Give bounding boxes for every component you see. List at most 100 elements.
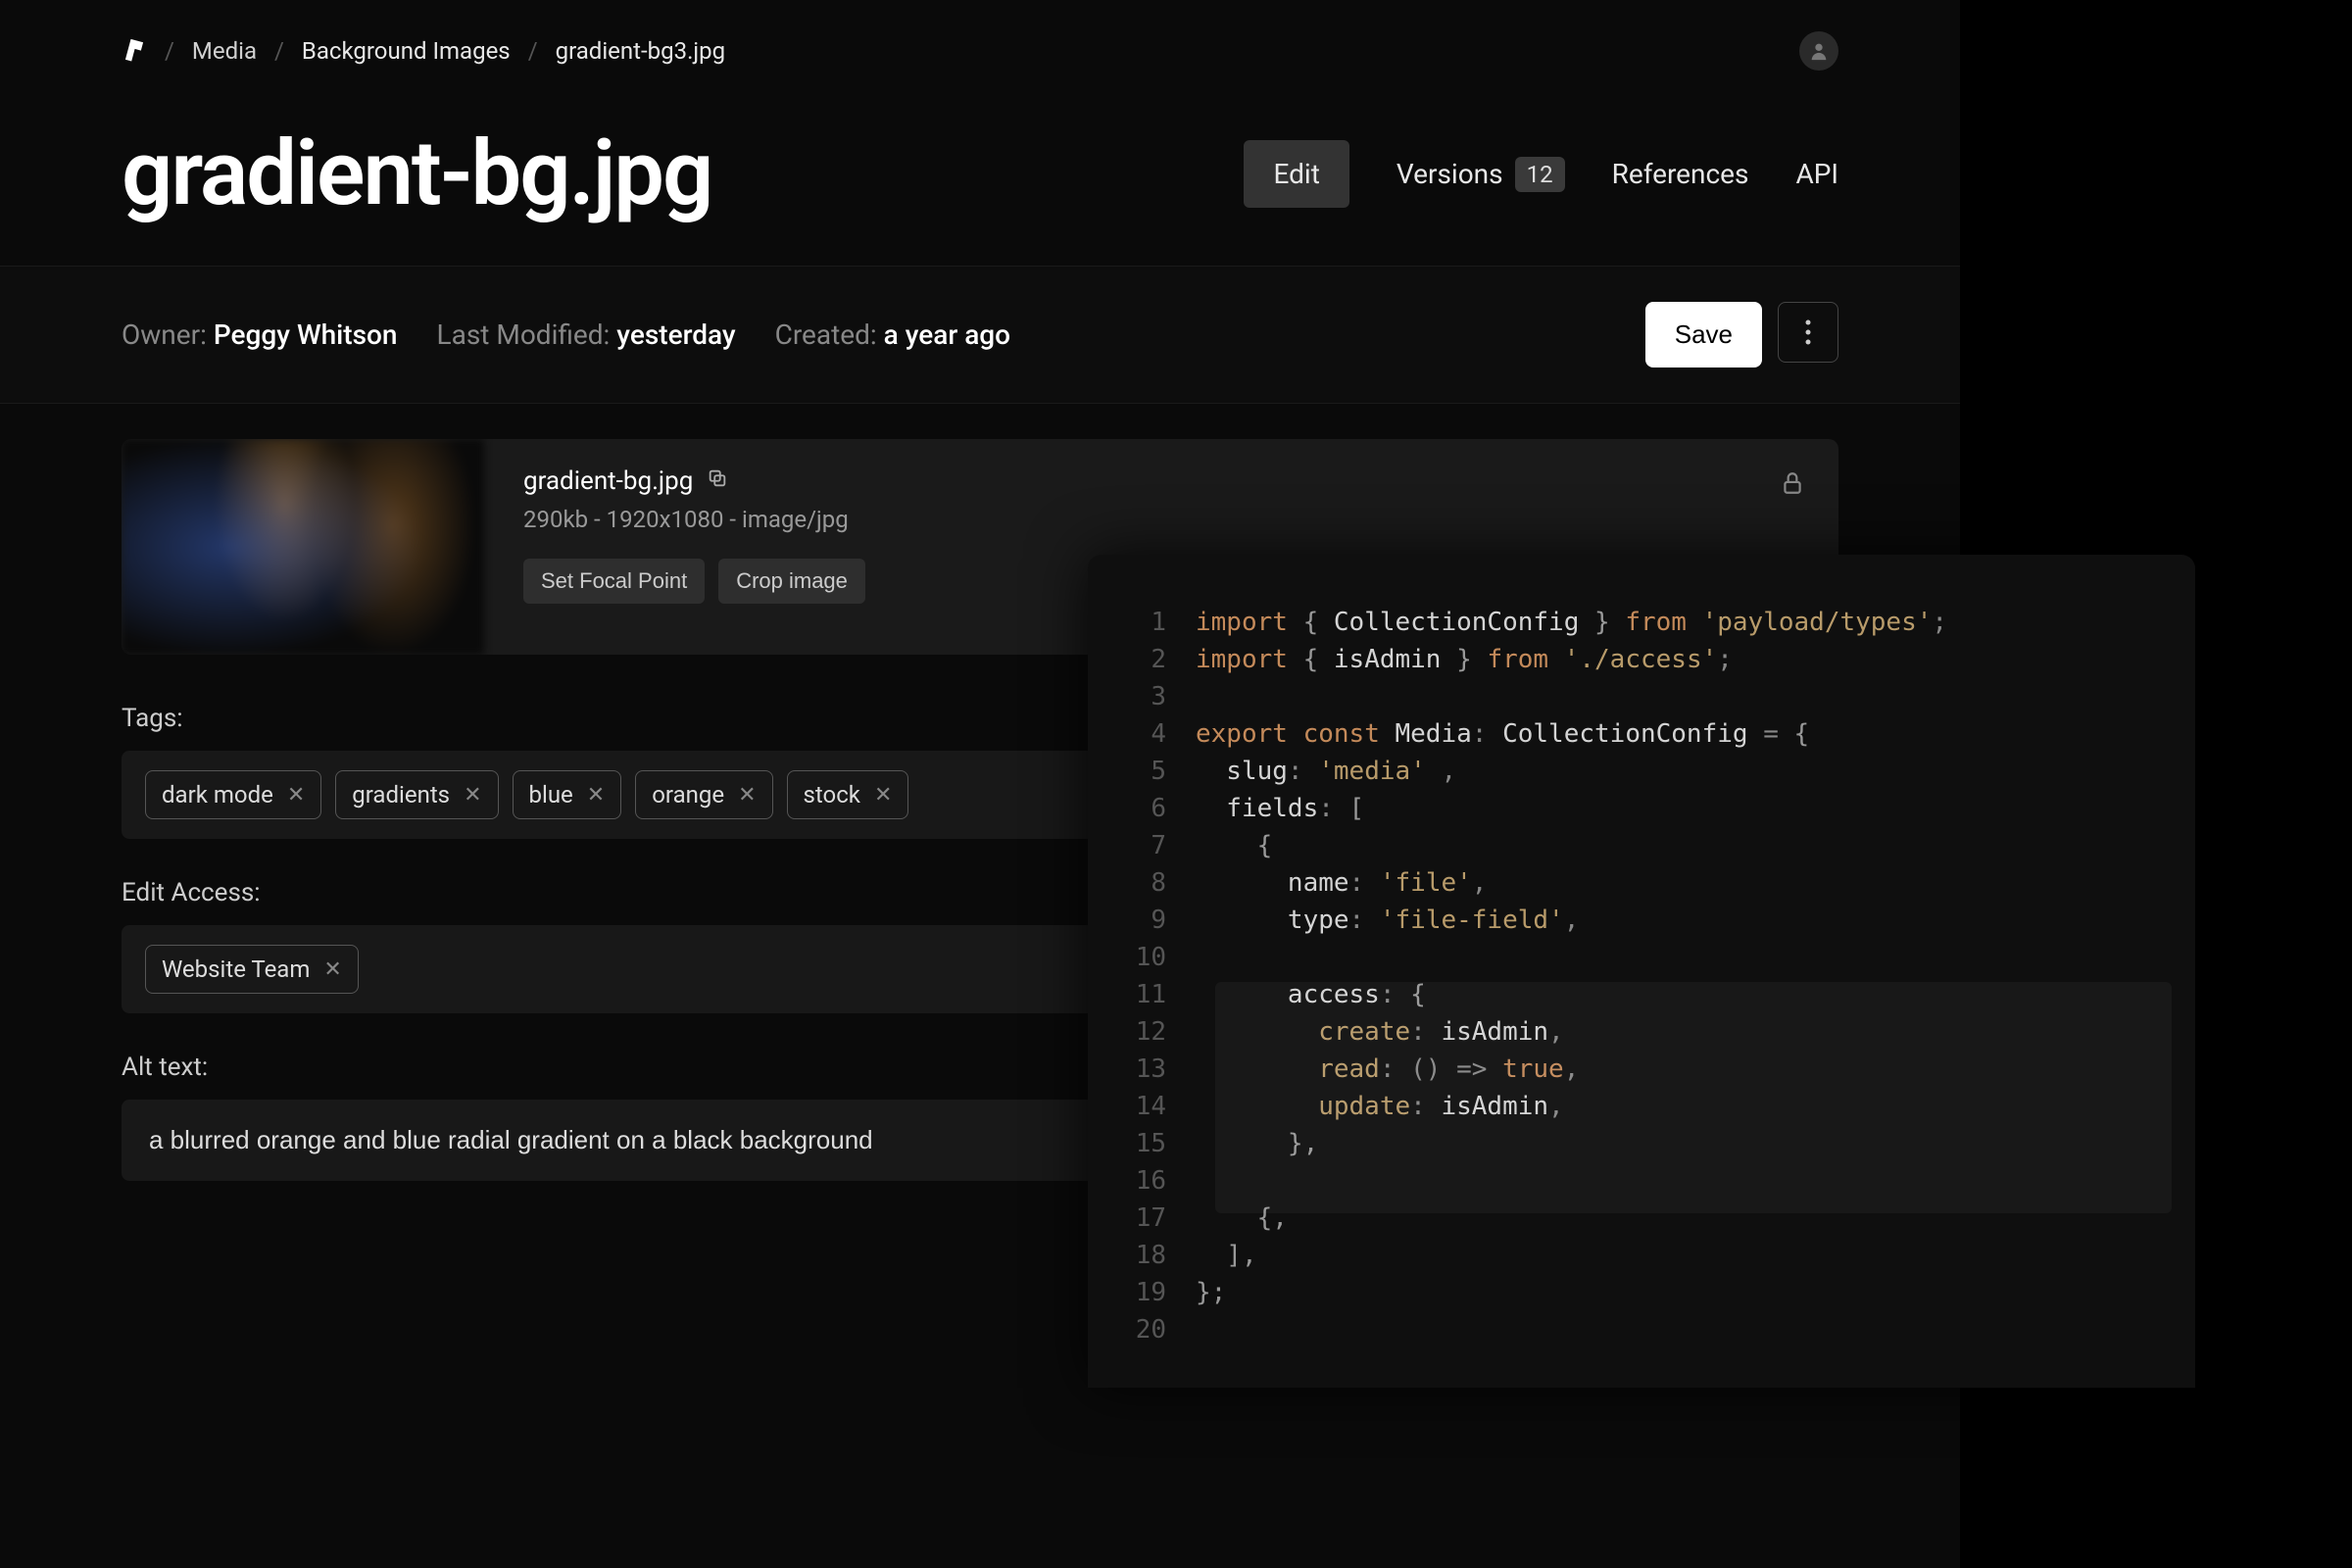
line-number: 2 xyxy=(1127,641,1196,678)
code-content: import { isAdmin } from './access'; xyxy=(1196,641,1733,678)
line-number: 9 xyxy=(1127,902,1196,939)
created-label: Created: xyxy=(775,318,877,351)
code-content: read: () => true, xyxy=(1196,1051,1579,1088)
copy-icon[interactable] xyxy=(707,466,728,496)
lock-icon xyxy=(1780,470,1805,500)
line-number: 5 xyxy=(1127,753,1196,790)
code-line: 14 update: isAdmin, xyxy=(1127,1088,2156,1125)
code-line: 6 fields: [ xyxy=(1127,790,2156,827)
versions-count-badge: 12 xyxy=(1515,157,1565,192)
line-number: 16 xyxy=(1127,1162,1196,1200)
code-panel: 1import { CollectionConfig } from 'paylo… xyxy=(1088,555,2195,1388)
save-button[interactable]: Save xyxy=(1645,302,1762,368)
line-number: 17 xyxy=(1127,1200,1196,1237)
line-number: 1 xyxy=(1127,604,1196,641)
tag-chip[interactable]: stock ✕ xyxy=(787,770,909,819)
code-line: 3 xyxy=(1127,678,2156,715)
remove-tag-icon[interactable]: ✕ xyxy=(587,783,605,808)
created-value: a year ago xyxy=(884,318,1010,351)
breadcrumb: / Media / Background Images / gradient-b… xyxy=(122,37,725,65)
code-line: 4export const Media: CollectionConfig = … xyxy=(1127,715,2156,753)
line-number: 14 xyxy=(1127,1088,1196,1125)
tag-label: gradients xyxy=(352,781,450,808)
line-number: 19 xyxy=(1127,1274,1196,1311)
code-line: 18 ], xyxy=(1127,1237,2156,1274)
meta-info: Owner: Peggy Whitson Last Modified: yest… xyxy=(122,318,1010,351)
line-number: 15 xyxy=(1127,1125,1196,1162)
tag-chip[interactable]: orange ✕ xyxy=(635,770,772,819)
line-number: 11 xyxy=(1127,976,1196,1013)
owner-label: Owner: xyxy=(122,318,207,351)
code-line: 17 {, xyxy=(1127,1200,2156,1237)
user-avatar[interactable] xyxy=(1799,31,1838,71)
tag-label: dark mode xyxy=(162,781,273,808)
line-number: 10 xyxy=(1127,939,1196,976)
remove-tag-icon[interactable]: ✕ xyxy=(874,783,892,808)
code-content: slug: 'media' , xyxy=(1196,753,1456,790)
code-content: create: isAdmin, xyxy=(1196,1013,1564,1051)
code-line: 13 read: () => true, xyxy=(1127,1051,2156,1088)
code-content: update: isAdmin, xyxy=(1196,1088,1564,1125)
line-number: 8 xyxy=(1127,864,1196,902)
tab-references[interactable]: References xyxy=(1612,158,1749,190)
line-number: 18 xyxy=(1127,1237,1196,1274)
page-title: gradient-bg.jpg xyxy=(122,122,711,226)
tab-versions[interactable]: Versions 12 xyxy=(1396,157,1565,192)
line-number: 6 xyxy=(1127,790,1196,827)
remove-tag-icon[interactable]: ✕ xyxy=(738,783,756,808)
code-line: 11 access: { xyxy=(1127,976,2156,1013)
tag-label: stock xyxy=(804,781,860,808)
line-number: 12 xyxy=(1127,1013,1196,1051)
tag-label: Website Team xyxy=(162,956,310,983)
modified-value: yesterday xyxy=(616,318,735,351)
media-details: 290kb - 1920x1080 - image/jpg xyxy=(523,506,1799,533)
code-line: 19}; xyxy=(1127,1274,2156,1311)
line-number: 13 xyxy=(1127,1051,1196,1088)
remove-tag-icon[interactable]: ✕ xyxy=(287,783,305,808)
media-thumbnail[interactable] xyxy=(122,439,484,655)
remove-tag-icon[interactable]: ✕ xyxy=(464,783,481,808)
crop-image-button[interactable]: Crop image xyxy=(718,559,865,604)
code-content: access: { xyxy=(1196,976,1426,1013)
more-actions-button[interactable] xyxy=(1778,302,1838,363)
code-content: export const Media: CollectionConfig = { xyxy=(1196,715,1809,753)
code-line: 1import { CollectionConfig } from 'paylo… xyxy=(1127,604,2156,641)
breadcrumb-separator: / xyxy=(274,37,284,65)
media-filename: gradient-bg.jpg xyxy=(523,466,693,496)
code-content: { xyxy=(1196,827,1272,864)
tab-bar: Edit Versions 12 References API xyxy=(1244,140,1838,208)
code-line: 5 slug: 'media' , xyxy=(1127,753,2156,790)
set-focal-point-button[interactable]: Set Focal Point xyxy=(523,559,705,604)
code-line: 15 }, xyxy=(1127,1125,2156,1162)
code-content: }, xyxy=(1196,1125,1318,1162)
tab-edit[interactable]: Edit xyxy=(1244,140,1348,208)
code-line: 8 name: 'file', xyxy=(1127,864,2156,902)
code-line: 2import { isAdmin } from './access'; xyxy=(1127,641,2156,678)
breadcrumb-item[interactable]: Media xyxy=(192,37,257,65)
tab-label: Versions xyxy=(1396,158,1503,190)
code-line: 12 create: isAdmin, xyxy=(1127,1013,2156,1051)
app-logo-icon[interactable] xyxy=(122,38,147,64)
code-content: {, xyxy=(1196,1200,1288,1237)
breadcrumb-item[interactable]: gradient-bg3.jpg xyxy=(556,37,726,65)
breadcrumb-separator: / xyxy=(165,37,174,65)
code-line: 20 xyxy=(1127,1311,2156,1348)
remove-tag-icon[interactable]: ✕ xyxy=(323,957,341,982)
code-content: fields: [ xyxy=(1196,790,1364,827)
code-content: name: 'file', xyxy=(1196,864,1487,902)
tag-chip[interactable]: gradients ✕ xyxy=(335,770,498,819)
code-content: }; xyxy=(1196,1274,1226,1311)
tag-label: orange xyxy=(652,781,724,808)
breadcrumb-item[interactable]: Background Images xyxy=(302,37,511,65)
code-content: ], xyxy=(1196,1237,1257,1274)
tag-chip[interactable]: blue✕ xyxy=(513,770,622,819)
access-chip[interactable]: Website Team ✕ xyxy=(145,945,359,994)
code-line: 16 xyxy=(1127,1162,2156,1200)
line-number: 20 xyxy=(1127,1311,1196,1348)
line-number: 4 xyxy=(1127,715,1196,753)
tag-chip[interactable]: dark mode ✕ xyxy=(145,770,321,819)
tab-api[interactable]: API xyxy=(1795,158,1838,190)
code-line: 7 { xyxy=(1127,827,2156,864)
code-content: import { CollectionConfig } from 'payloa… xyxy=(1196,604,1947,641)
code-line: 9 type: 'file-field', xyxy=(1127,902,2156,939)
